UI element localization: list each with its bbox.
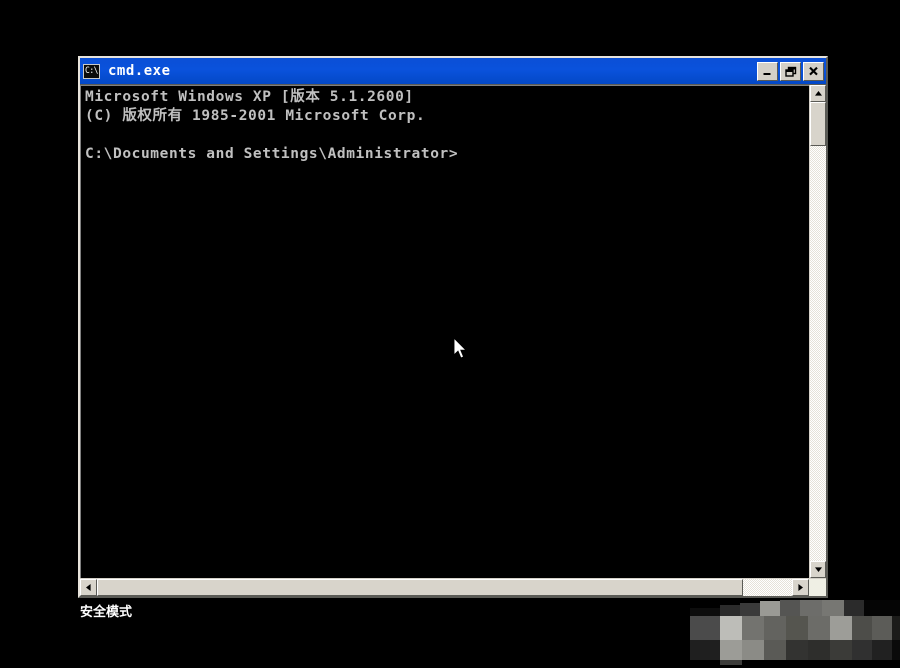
horizontal-scrollbar-thumb[interactable] [97,579,744,596]
scroll-up-button[interactable] [810,85,826,102]
scrollbar-corner [809,579,826,596]
window-client-area: Microsoft Windows XP [版本 5.1.2600] (C) 版… [80,84,826,596]
minimize-button[interactable] [757,61,778,81]
restore-icon [784,66,796,77]
safe-mode-label: 安全模式 [80,605,133,620]
close-icon [809,66,818,75]
console-and-vscroll-row: Microsoft Windows XP [版本 5.1.2600] (C) 版… [80,85,826,578]
cmd-window: C:\ cmd.exe Microsoft Windows XP [版本 5.1… [78,56,828,598]
desktop-background: C:\ cmd.exe Microsoft Windows XP [版本 5.1… [0,0,900,668]
caret-down-icon [814,567,822,572]
restore-button[interactable] [780,61,801,81]
cmd-icon-text: C:\ [85,65,98,76]
minimize-icon [763,72,771,75]
caret-right-icon [798,584,803,591]
scroll-left-button[interactable] [80,579,97,596]
horizontal-scrollbar[interactable] [80,578,826,596]
cmd-console-icon: C:\ [83,63,100,79]
vertical-scrollbar-thumb[interactable] [810,102,826,146]
window-title: cmd.exe [108,63,171,79]
console-output-surface[interactable]: Microsoft Windows XP [版本 5.1.2600] (C) 版… [80,85,809,578]
censored-watermark-blob [690,600,900,668]
window-title-bar[interactable]: C:\ cmd.exe [80,58,826,84]
caret-up-icon [814,91,822,96]
console-output-text: Microsoft Windows XP [版本 5.1.2600] (C) 版… [85,89,459,162]
vertical-scrollbar[interactable] [809,85,826,578]
caret-left-icon [86,584,91,591]
horizontal-scrollbar-track[interactable] [97,579,792,596]
scroll-down-button[interactable] [810,561,826,578]
close-button[interactable] [803,61,824,81]
scroll-right-button[interactable] [792,579,809,596]
vertical-scrollbar-track[interactable] [810,102,826,561]
